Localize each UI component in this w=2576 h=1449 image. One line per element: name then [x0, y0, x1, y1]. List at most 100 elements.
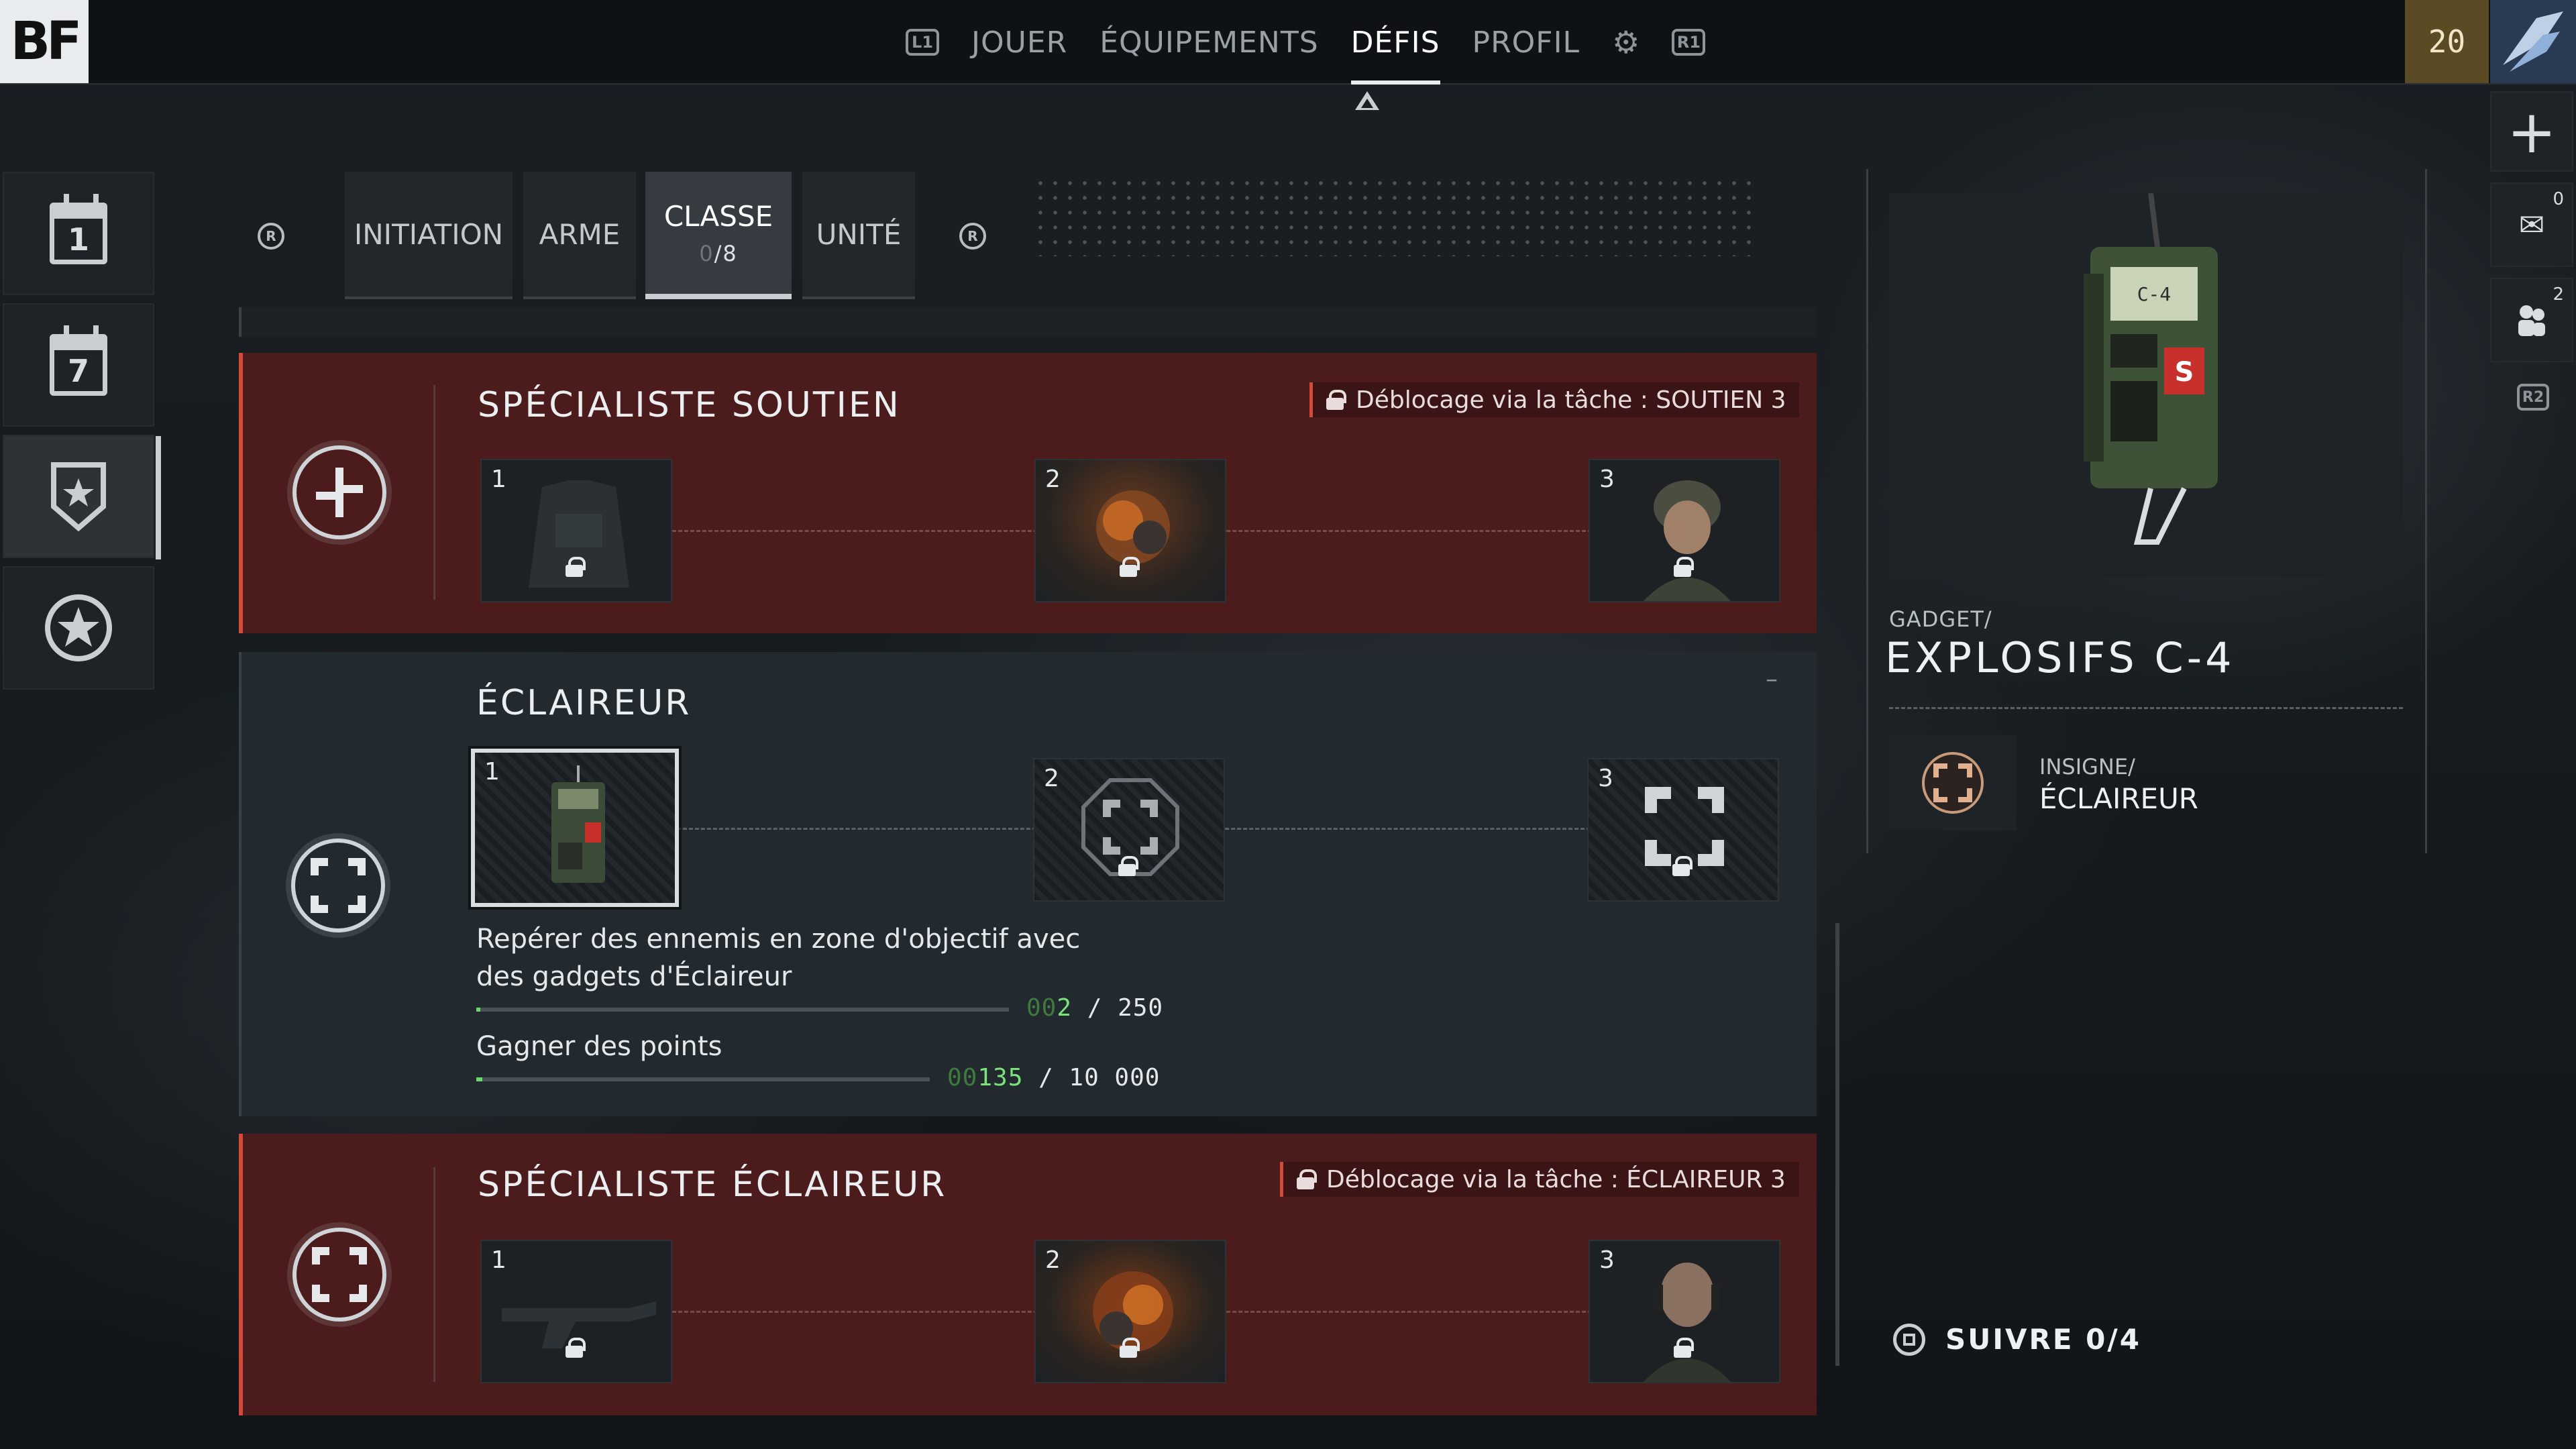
reward-slot-3[interactable]: 3: [1587, 758, 1779, 902]
slot-number: 1: [484, 758, 500, 786]
card-divider: [433, 1167, 435, 1382]
nav-jouer[interactable]: JOUER: [971, 0, 1067, 85]
sidebar-weekly-button[interactable]: 7: [3, 303, 154, 427]
support-cross-icon: [316, 468, 363, 517]
recon-target-icon: [312, 1247, 367, 1302]
envelope-icon: ✉: [2518, 207, 2545, 243]
tab-next-r-icon[interactable]: R: [959, 223, 986, 250]
shield-star-icon: [51, 462, 106, 532]
slot-lock-icon: [1674, 557, 1697, 586]
tab-classe-progress: 0/8: [699, 240, 738, 266]
task-1-progress-text: 002 / 250: [1026, 994, 1164, 1022]
card-title: SPÉCIALISTE ÉCLAIREUR: [478, 1165, 947, 1205]
unlock-text: Déblocage via la tâche : SOUTIEN 3: [1356, 386, 1786, 414]
lock-icon: [1326, 390, 1346, 410]
reward-slot-2[interactable]: 2: [1034, 459, 1226, 602]
reward-slot-1[interactable]: 1: [480, 459, 672, 602]
star-circle-icon: [45, 594, 112, 661]
slot-lock-icon: [1118, 856, 1141, 885]
main-nav: L1 JOUER ÉQUIPEMENTS DÉFIS PROFIL ⚙ R1: [906, 0, 1706, 85]
device-screen-text: C-4: [2137, 283, 2171, 305]
triangle-inner-icon: [1361, 99, 1373, 108]
recon-target-icon: [311, 858, 366, 913]
tab-classe[interactable]: CLASSE 0/8: [645, 172, 792, 299]
l1-key-icon[interactable]: L1: [906, 29, 939, 56]
slot-lock-icon: [566, 1338, 588, 1367]
settings-gear-icon[interactable]: ⚙: [1612, 24, 1640, 60]
sidebar-mastery-button[interactable]: [3, 566, 154, 690]
recon-emblem-icon: [1645, 787, 1724, 866]
insignia-name: ÉCLAIREUR: [2039, 782, 2198, 815]
reward-name: EXPLOSIFS C-4: [1885, 633, 2235, 682]
dot-pattern-decoration: [1033, 176, 1758, 256]
svg-text:S: S: [2175, 357, 2194, 388]
sidebar-daily-button[interactable]: 1: [3, 172, 154, 295]
slot-lock-icon: [1674, 1338, 1697, 1367]
task-1-progress-bar: [476, 1008, 1009, 1012]
tab-arme-label: ARME: [539, 217, 621, 251]
nav-equipements[interactable]: ÉQUIPEMENTS: [1099, 0, 1318, 85]
reward-category: GADGET/: [1889, 606, 1992, 632]
tab-unite-label: UNITÉ: [816, 217, 902, 251]
reward-slot-1[interactable]: 1: [480, 1240, 672, 1383]
collapse-minus-icon[interactable]: –: [1766, 665, 1778, 693]
insignia-category: INSIGNE/: [2039, 754, 2135, 780]
c4-explosive-device-icon: C-4 S: [2084, 193, 2218, 545]
rank-wings-icon: [2503, 11, 2563, 72]
squad-button[interactable]: 2: [2490, 278, 2573, 362]
reward-slot-2[interactable]: 2: [1033, 758, 1225, 902]
square-button-icon: [1893, 1323, 1925, 1356]
card-title: ÉCLAIREUR: [476, 683, 692, 723]
card-title: SPÉCIALISTE SOUTIEN: [478, 385, 901, 425]
slot-number: 2: [1044, 765, 1059, 792]
slot-number: 3: [1599, 466, 1615, 493]
mail-count: 0: [2553, 189, 2564, 209]
support-class-icon: [292, 445, 386, 539]
plus-icon: +: [2507, 97, 2557, 166]
r2-key-icon[interactable]: R2: [2517, 384, 2549, 411]
reward-slot-2[interactable]: 2: [1034, 1240, 1226, 1383]
reward-preview: C-4 S: [1889, 193, 2403, 577]
tab-unite[interactable]: UNITÉ: [802, 172, 915, 299]
slot-lock-icon: [1120, 1338, 1142, 1367]
squad-people-icon: [2518, 305, 2545, 336]
slot-lock-icon: [566, 557, 588, 586]
task-2-progress-text: 00135 / 10 000: [947, 1064, 1161, 1091]
r1-key-icon[interactable]: R1: [1672, 29, 1706, 56]
player-level-badge[interactable]: 20: [2405, 0, 2489, 83]
card-specialiste-eclaireur[interactable]: SPÉCIALISTE ÉCLAIREUR Déblocage via la t…: [239, 1134, 1817, 1415]
add-friend-button[interactable]: +: [2490, 91, 2573, 172]
follow-button[interactable]: SUIVRE 0/4: [1893, 1323, 2141, 1356]
sidebar-challenges-button[interactable]: [3, 435, 161, 559]
list-scrollbar[interactable]: [1835, 923, 1839, 1366]
recon-class-icon: [292, 1228, 386, 1322]
tab-arme[interactable]: ARME: [523, 172, 636, 299]
game-logo: BF: [0, 0, 89, 83]
slot-lock-icon: [1120, 557, 1142, 586]
task-1-description: Repérer des ennemis en zone d'objectif a…: [476, 920, 1080, 996]
task-2-progress-bar: [476, 1077, 930, 1081]
slot-number: 2: [1045, 1246, 1061, 1274]
tab-classe-label: CLASSE: [663, 199, 773, 233]
nav-profil[interactable]: PROFIL: [1472, 0, 1580, 85]
unlock-text: Déblocage via la tâche : ÉCLAIREUR 3: [1326, 1165, 1786, 1193]
squad-count: 2: [2553, 284, 2564, 305]
task-2-description: Gagner des points: [476, 1031, 722, 1062]
reward-separator: [1889, 707, 2403, 709]
task-1-progress-fill: [476, 1008, 481, 1012]
card-eclaireur[interactable]: ÉCLAIREUR – 1 2 3 Repérer des ennemis en…: [239, 652, 1817, 1116]
nav-defis[interactable]: DÉFIS: [1350, 0, 1440, 85]
daily-calendar-icon: 1: [50, 194, 107, 264]
reward-slot-3[interactable]: 3: [1589, 459, 1780, 602]
rank-emblem-icon[interactable]: [2490, 0, 2576, 83]
reward-slot-3[interactable]: 3: [1589, 1240, 1780, 1383]
tab-initiation[interactable]: INITIATION: [345, 172, 513, 299]
task-1-line-2: des gadgets d'Éclaireur: [476, 961, 792, 992]
slot-lock-icon: [1672, 856, 1695, 885]
tab-prev-r-icon[interactable]: R: [258, 223, 284, 250]
task-1-line-1: Repérer des ennemis en zone d'objectif a…: [476, 924, 1081, 955]
reward-slot-1-selected[interactable]: 1: [471, 749, 679, 907]
slot-number: 1: [491, 1246, 506, 1274]
card-specialiste-soutien[interactable]: SPÉCIALISTE SOUTIEN Déblocage via la tâc…: [239, 353, 1817, 633]
mail-button[interactable]: ✉ 0: [2490, 182, 2573, 267]
